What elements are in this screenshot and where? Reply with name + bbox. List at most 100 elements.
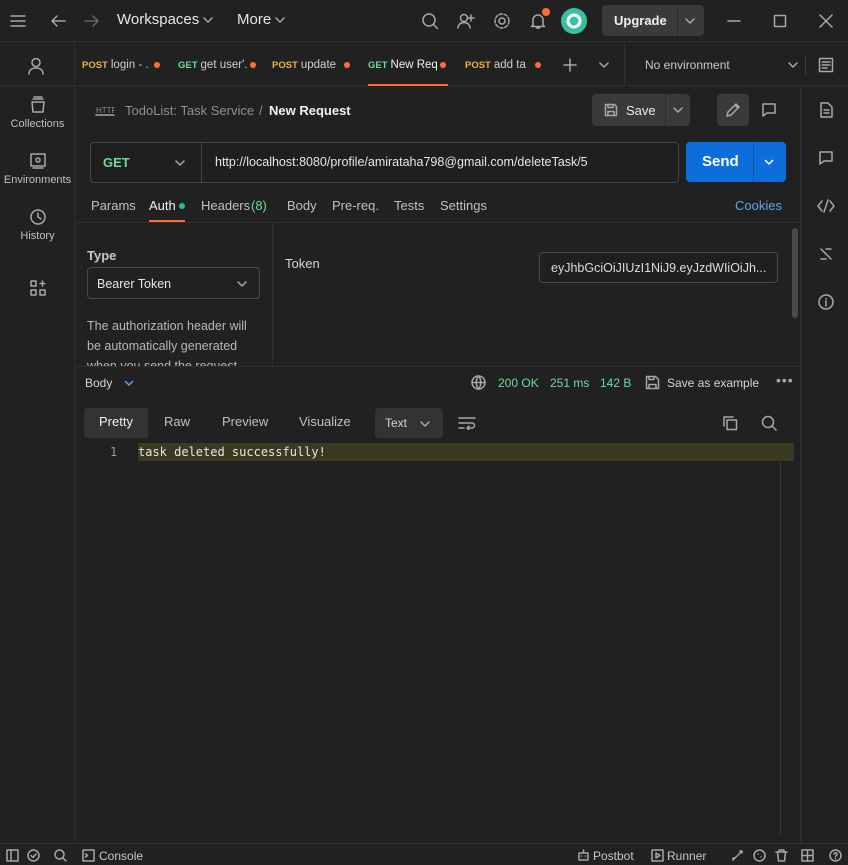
response-body-chevron-icon[interactable] <box>124 379 134 387</box>
breadcrumb-separator: / <box>259 103 263 118</box>
minimize-icon[interactable] <box>722 7 746 35</box>
request-panel-scrollbar[interactable] <box>792 228 798 318</box>
invite-user-icon[interactable] <box>454 7 478 35</box>
avatar[interactable] <box>561 8 587 34</box>
url-input[interactable]: http://localhost:8080/profile/amirataha7… <box>215 155 588 169</box>
console-button[interactable]: Console <box>99 849 143 863</box>
tab-get-new-request[interactable]: GET New Req <box>368 43 448 86</box>
tab-post-add-task[interactable]: POST add ta <box>465 43 549 86</box>
sidebar-item-apps[interactable] <box>0 279 75 297</box>
help-icon[interactable] <box>829 849 842 862</box>
response-status[interactable]: 200 OK <box>498 376 539 390</box>
trash-icon[interactable] <box>775 849 788 862</box>
save-options-chevron-icon[interactable] <box>673 106 683 114</box>
response-tab-pretty[interactable]: Pretty <box>84 408 148 438</box>
sidebar-item-collections[interactable]: Collections <box>0 96 75 130</box>
comments-icon[interactable] <box>814 146 838 170</box>
response-body-text[interactable]: task deleted successfully! <box>138 445 326 459</box>
edit-pencil-icon[interactable] <box>717 94 749 126</box>
maximize-icon[interactable] <box>768 7 792 35</box>
headers-count: (8) <box>251 198 267 213</box>
tab-settings[interactable]: Settings <box>440 198 487 213</box>
tab-get-user[interactable]: GET get user'. <box>178 43 262 86</box>
upgrade-chevron-icon[interactable] <box>685 17 695 25</box>
method-select[interactable]: GET <box>103 155 130 170</box>
postbot-button[interactable]: Postbot <box>593 849 634 863</box>
response-scrollbar-track[interactable] <box>780 462 781 834</box>
response-tab-raw[interactable]: Raw <box>148 408 208 438</box>
tab-headers[interactable]: Headers <box>201 198 250 213</box>
user-profile-icon[interactable] <box>24 55 48 77</box>
cookies-link[interactable]: Cookies <box>735 198 782 213</box>
response-search-icon[interactable] <box>758 412 780 434</box>
search-icon[interactable] <box>418 7 442 35</box>
save-button[interactable]: Save <box>592 94 690 126</box>
two-pane-view-icon[interactable] <box>801 849 814 862</box>
runner-button[interactable]: Runner <box>667 849 706 863</box>
sidebar-label-history: History <box>20 230 55 242</box>
more-chevron-icon <box>275 17 285 23</box>
response-tab-visualize[interactable]: Visualize <box>282 408 368 438</box>
online-status-icon[interactable] <box>27 849 40 862</box>
upgrade-button[interactable]: Upgrade <box>602 5 704 36</box>
tab-params[interactable]: Params <box>91 198 136 213</box>
tab-prereq[interactable]: Pre-req. <box>332 198 379 213</box>
proxy-icon[interactable] <box>731 849 744 862</box>
response-tab-preview[interactable]: Preview <box>208 408 282 438</box>
cookies-icon[interactable] <box>753 849 766 862</box>
environment-selector[interactable]: No environment <box>645 58 730 72</box>
sidebar-item-history[interactable]: History <box>0 208 75 242</box>
tab-body[interactable]: Body <box>287 198 317 213</box>
tab-auth[interactable]: Auth <box>149 198 176 213</box>
related-collections-icon[interactable] <box>814 242 838 266</box>
token-label: Token <box>285 256 320 271</box>
page-title[interactable]: New Request <box>269 103 351 118</box>
save-as-example-button[interactable]: Save as example <box>667 376 759 390</box>
response-size[interactable]: 142 B <box>600 376 631 390</box>
globe-icon[interactable] <box>471 375 486 390</box>
close-icon[interactable] <box>814 7 838 35</box>
runner-icon <box>651 849 664 862</box>
environment-chevron-icon[interactable] <box>788 61 798 69</box>
settings-gear-icon[interactable] <box>490 7 514 35</box>
tab-tests[interactable]: Tests <box>394 198 424 213</box>
workspaces-menu[interactable]: Workspaces <box>117 11 199 28</box>
copy-icon[interactable] <box>719 412 741 434</box>
tab-label: New Req <box>390 59 438 71</box>
menu-icon[interactable] <box>6 7 30 35</box>
token-value: eyJhbGciOiJIUzI1NiJ9.eyJzdWIiOiJh... <box>551 261 767 275</box>
send-options-chevron-icon[interactable] <box>764 158 774 166</box>
new-tab-plus-icon[interactable] <box>560 55 580 75</box>
token-input[interactable]: eyJhbGciOiJIUzI1NiJ9.eyJzdWIiOiJh... <box>539 252 778 283</box>
tabs-dropdown-chevron-icon[interactable] <box>594 55 614 75</box>
upgrade-label: Upgrade <box>614 13 667 28</box>
method-chevron-icon[interactable] <box>175 159 185 167</box>
comment-icon[interactable] <box>753 94 785 126</box>
tab-post-login[interactable]: POST login - . <box>82 43 166 86</box>
history-icon <box>29 209 46 225</box>
tab-post-update[interactable]: POST update <box>272 43 356 86</box>
auth-type-chevron-icon <box>237 281 247 287</box>
find-icon[interactable] <box>54 849 67 862</box>
toggle-sidebar-icon[interactable] <box>6 849 19 862</box>
response-format-select[interactable]: Text <box>375 408 443 438</box>
request-tabs-bar: POST login - . GET get user'. POST update G… <box>76 43 848 86</box>
tab-label: Preview <box>222 414 269 429</box>
auth-type-select[interactable]: Bearer Token <box>87 267 260 299</box>
send-button[interactable]: Send <box>686 142 786 182</box>
code-snippet-icon[interactable] <box>814 194 838 218</box>
response-body-label[interactable]: Body <box>85 376 112 390</box>
more-options-icon[interactable]: ••• <box>776 372 794 388</box>
response-time[interactable]: 251 ms <box>550 376 589 390</box>
forward-arrow-icon[interactable] <box>80 7 104 35</box>
more-menu[interactable]: More <box>237 11 271 28</box>
breadcrumb-collection[interactable]: TodoList: Task Service <box>125 103 254 118</box>
environment-quick-look-icon[interactable] <box>816 55 836 75</box>
tab-label: login - . <box>110 59 149 71</box>
tab-method: GET <box>178 60 198 71</box>
back-arrow-icon[interactable] <box>46 7 70 35</box>
info-icon[interactable] <box>814 290 838 314</box>
documentation-icon[interactable] <box>814 98 838 122</box>
sidebar-item-environments[interactable]: Environments <box>0 152 75 186</box>
wrap-lines-icon[interactable] <box>456 412 478 434</box>
